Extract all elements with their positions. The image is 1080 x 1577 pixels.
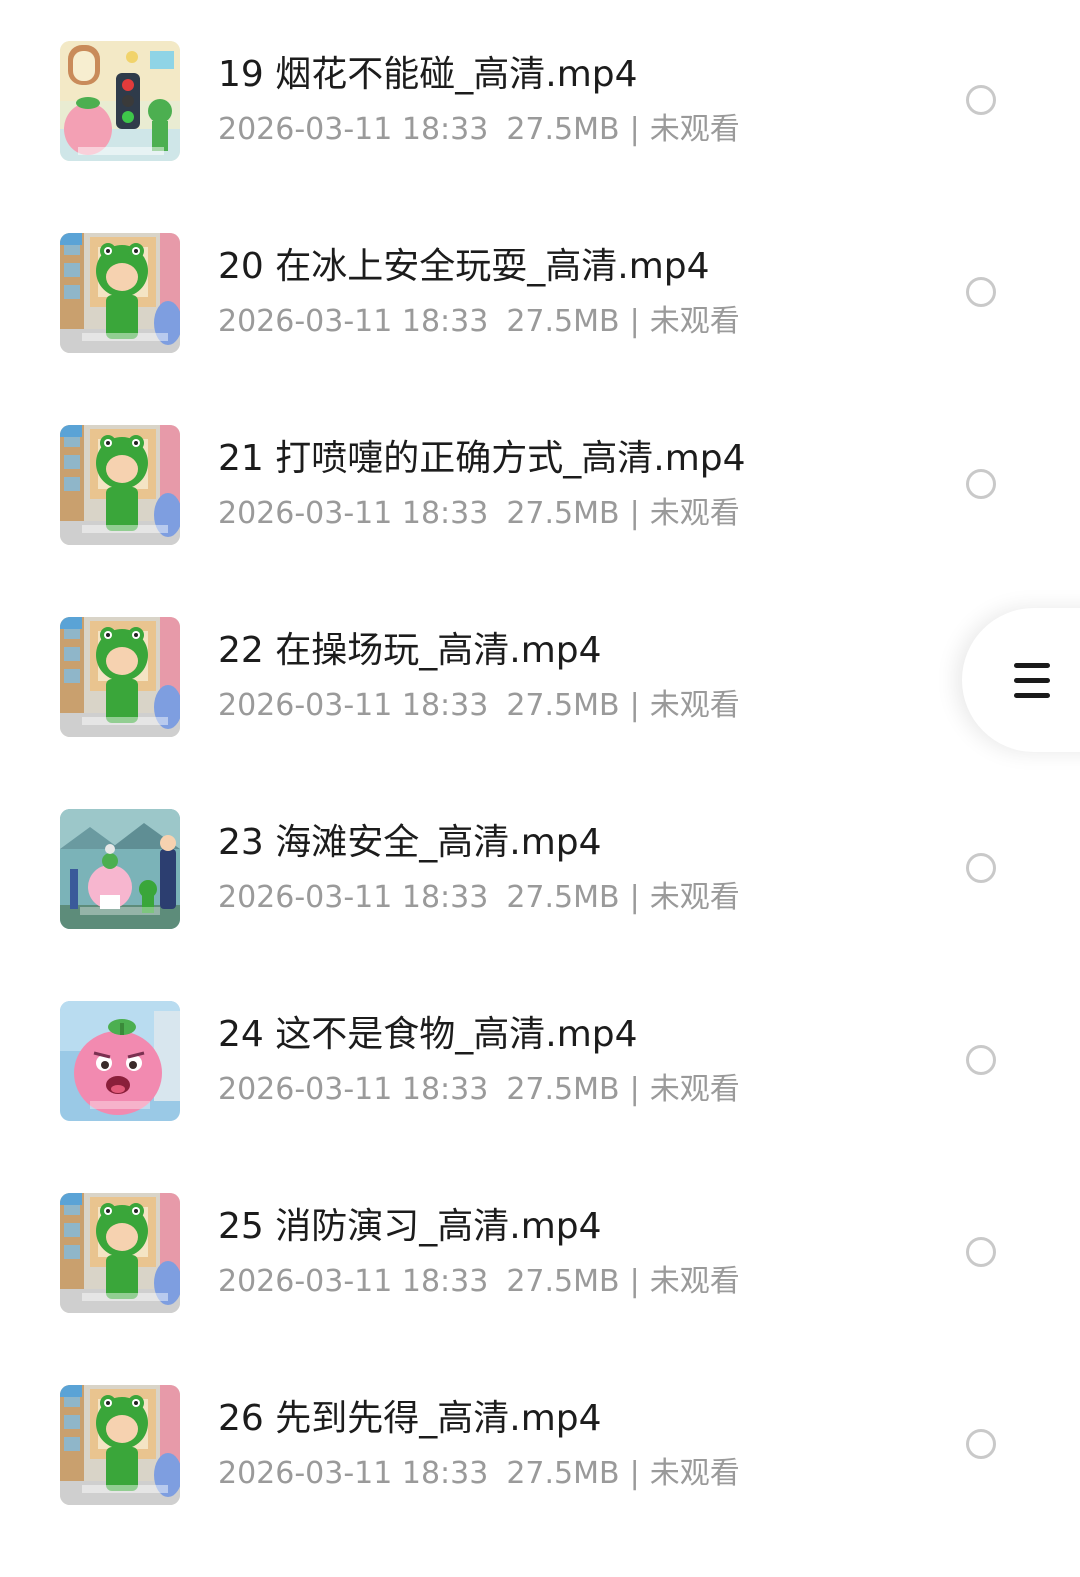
frog-hood-character-thumbnail <box>60 1193 180 1313</box>
file-name: 26 先到先得_高清.mp4 <box>218 1398 602 1439</box>
select-radio-button[interactable] <box>966 1045 996 1075</box>
file-name: 21 打喷嚏的正确方式_高清.mp4 <box>218 438 746 479</box>
video-file-list: 19 烟花不能碰_高清.mp4 2026-03-11 18:33 27.5MB | 未… <box>0 0 1080 1523</box>
file-name: 25 消防演习_高清.mp4 <box>218 1206 602 1247</box>
meta-separator: | <box>629 304 640 339</box>
select-radio-button[interactable] <box>966 853 996 883</box>
frog-hood-character-thumbnail <box>60 233 180 353</box>
file-row[interactable]: 25 消防演习_高清.mp4 2026-03-11 18:33 27.5MB | 未观… <box>0 1193 1080 1385</box>
file-size: 27.5MB <box>506 304 620 339</box>
file-meta: 2026-03-11 18:33 27.5MB | 未观看 <box>218 879 740 917</box>
select-radio-button[interactable] <box>966 469 996 499</box>
file-meta: 2026-03-11 18:33 27.5MB | 未观看 <box>218 303 740 341</box>
file-row[interactable]: 24 这不是食物_高清.mp4 2026-03-11 18:33 27.5MB | 未… <box>0 1001 1080 1193</box>
file-date: 2026-03-11 18:33 <box>218 1456 489 1491</box>
file-date: 2026-03-11 18:33 <box>218 496 489 531</box>
watch-status: 未观看 <box>649 880 740 915</box>
file-meta: 2026-03-11 18:33 27.5MB | 未观看 <box>218 1071 740 1109</box>
select-radio-button[interactable] <box>966 277 996 307</box>
select-radio-button[interactable] <box>966 85 996 115</box>
watch-status: 未观看 <box>649 496 740 531</box>
file-meta: 2026-03-11 18:33 27.5MB | 未观看 <box>218 1455 740 1493</box>
file-row[interactable]: 23 海滩安全_高清.mp4 2026-03-11 18:33 27.5MB | 未观… <box>0 809 1080 1001</box>
watch-status: 未观看 <box>649 112 740 147</box>
file-date: 2026-03-11 18:33 <box>218 112 489 147</box>
video-thumbnail <box>60 1385 180 1505</box>
video-thumbnail <box>60 1001 180 1121</box>
video-thumbnail <box>60 41 180 161</box>
meta-separator: | <box>629 496 640 531</box>
watch-status: 未观看 <box>649 304 740 339</box>
file-size: 27.5MB <box>506 1264 620 1299</box>
file-date: 2026-03-11 18:33 <box>218 1072 489 1107</box>
meta-separator: | <box>629 112 640 147</box>
file-row[interactable]: 26 先到先得_高清.mp4 2026-03-11 18:33 27.5MB | 未观… <box>0 1385 1080 1577</box>
file-name: 23 海滩安全_高清.mp4 <box>218 822 602 863</box>
frog-hood-character-thumbnail <box>60 425 180 545</box>
watch-status: 未观看 <box>649 1456 740 1491</box>
video-thumbnail <box>60 809 180 929</box>
traffic-light-scene-thumbnail <box>60 41 180 161</box>
file-meta: 2026-03-11 18:33 27.5MB | 未观看 <box>218 495 740 533</box>
file-size: 27.5MB <box>506 688 620 723</box>
meta-separator: | <box>629 1456 640 1491</box>
file-name: 20 在冰上安全玩耍_高清.mp4 <box>218 246 710 287</box>
file-meta: 2026-03-11 18:33 27.5MB | 未观看 <box>218 687 740 725</box>
file-row[interactable]: 22 在操场玩_高清.mp4 2026-03-11 18:33 27.5MB | 未观… <box>0 617 1080 809</box>
watch-status: 未观看 <box>649 1264 740 1299</box>
select-radio-button[interactable] <box>966 1429 996 1459</box>
file-size: 27.5MB <box>506 1456 620 1491</box>
file-date: 2026-03-11 18:33 <box>218 688 489 723</box>
file-row[interactable]: 21 打喷嚏的正确方式_高清.mp4 2026-03-11 18:33 27.5M… <box>0 425 1080 617</box>
video-thumbnail <box>60 233 180 353</box>
file-name: 19 烟花不能碰_高清.mp4 <box>218 54 638 95</box>
file-meta: 2026-03-11 18:33 27.5MB | 未观看 <box>218 1263 740 1301</box>
file-name: 22 在操场玩_高清.mp4 <box>218 630 602 671</box>
file-date: 2026-03-11 18:33 <box>218 304 489 339</box>
file-row[interactable]: 20 在冰上安全玩耍_高清.mp4 2026-03-11 18:33 27.5MB… <box>0 233 1080 425</box>
video-thumbnail <box>60 425 180 545</box>
meta-separator: | <box>629 880 640 915</box>
file-size: 27.5MB <box>506 880 620 915</box>
watch-status: 未观看 <box>649 1072 740 1107</box>
meta-separator: | <box>629 1072 640 1107</box>
file-date: 2026-03-11 18:33 <box>218 880 489 915</box>
file-size: 27.5MB <box>506 112 620 147</box>
file-size: 27.5MB <box>506 496 620 531</box>
frog-hood-character-thumbnail <box>60 617 180 737</box>
file-size: 27.5MB <box>506 1072 620 1107</box>
watch-status: 未观看 <box>649 688 740 723</box>
meta-separator: | <box>629 1264 640 1299</box>
frog-hood-character-thumbnail <box>60 1385 180 1505</box>
file-row[interactable]: 19 烟花不能碰_高清.mp4 2026-03-11 18:33 27.5MB | 未… <box>0 41 1080 233</box>
file-meta: 2026-03-11 18:33 27.5MB | 未观看 <box>218 111 740 149</box>
file-name: 24 这不是食物_高清.mp4 <box>218 1014 638 1055</box>
video-thumbnail <box>60 617 180 737</box>
select-radio-button[interactable] <box>966 1237 996 1267</box>
pink-peach-character-thumbnail <box>60 1001 180 1121</box>
beach-scene-thumbnail <box>60 809 180 929</box>
video-thumbnail <box>60 1193 180 1313</box>
hamburger-menu-icon <box>1014 663 1050 699</box>
meta-separator: | <box>629 688 640 723</box>
file-date: 2026-03-11 18:33 <box>218 1264 489 1299</box>
